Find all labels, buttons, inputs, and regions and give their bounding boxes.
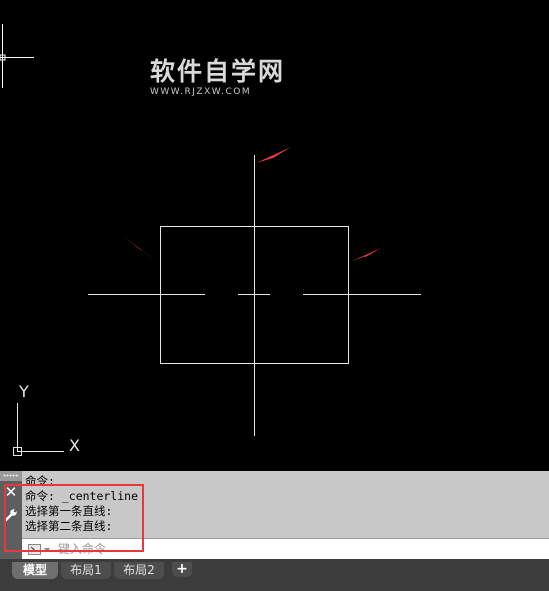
arrow-annotation-right <box>350 248 381 262</box>
command-input-row <box>22 538 549 560</box>
drawing-canvas[interactable]: 软件自学网 WWW.RJZXW.COM Y X <box>0 0 549 471</box>
wrench-icon[interactable] <box>3 507 19 523</box>
command-prompt-icon[interactable] <box>28 542 52 556</box>
ucs-icon <box>13 403 64 456</box>
command-input[interactable] <box>58 540 538 558</box>
arrow-annotation-left <box>124 237 158 262</box>
tab-layout2[interactable]: 布局2 <box>114 562 164 579</box>
crosshair-cursor <box>0 24 34 88</box>
tab-layout1[interactable]: 布局1 <box>61 562 111 579</box>
tab-model[interactable]: 模型 <box>12 562 58 579</box>
command-history-line: 命令: _centerline <box>25 489 139 503</box>
layout-tab-bar: 模型 布局1 布局2 + <box>0 559 549 591</box>
plus-icon[interactable]: + <box>172 562 192 577</box>
close-icon[interactable]: ✕ <box>0 483 22 501</box>
command-line-panel: ✕ 命令: 命令: _centerline 选择第一条直线: 选择第二条直线: <box>0 471 549 560</box>
command-history-line: 选择第二条直线: <box>25 519 113 533</box>
command-history: 命令: 命令: _centerline 选择第一条直线: 选择第二条直线: <box>25 474 545 534</box>
ucs-x-label: X <box>69 436 80 455</box>
watermark-title: 软件自学网 <box>150 57 286 86</box>
command-history-line: 选择第一条直线: <box>25 504 113 518</box>
ucs-y-label: Y <box>19 382 29 401</box>
arrow-annotation-top <box>256 147 291 163</box>
watermark-logo: 软件自学网 WWW.RJZXW.COM <box>150 57 286 98</box>
command-history-line: 命令: <box>25 474 55 488</box>
watermark-url: WWW.RJZXW.COM <box>150 87 252 97</box>
panel-grip-handle[interactable] <box>0 471 22 481</box>
command-panel-sidebar: ✕ <box>0 481 22 559</box>
